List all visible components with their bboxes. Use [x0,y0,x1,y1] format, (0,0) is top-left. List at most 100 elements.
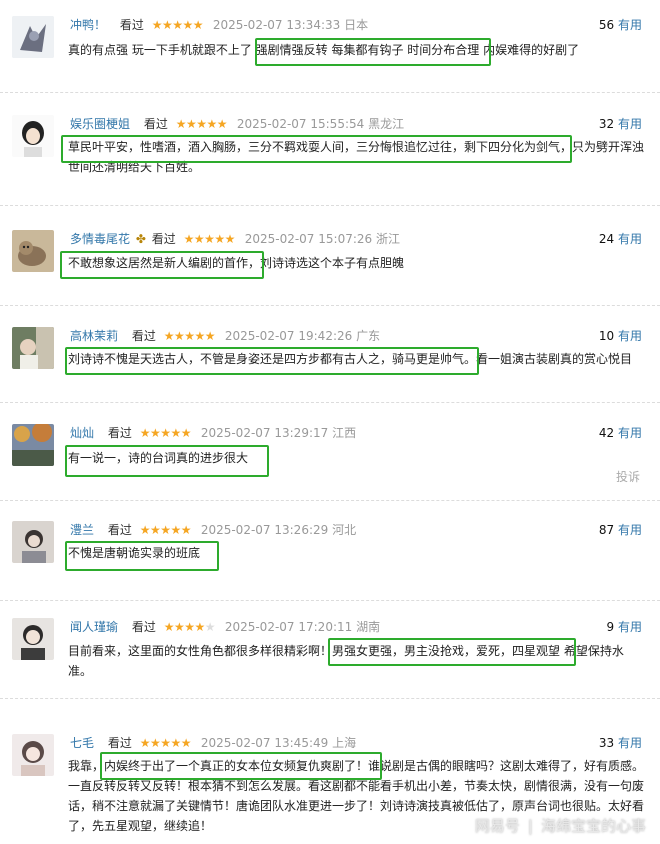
username[interactable]: 闻人瑾瑜 [70,620,118,634]
watched-label: 看过 [131,620,156,634]
watched-label: 看过 [107,523,132,537]
useful-number: 9 [606,620,615,634]
watched-label: 看过 [151,232,176,246]
watermark-author: 海绵宝宝的心事 [540,817,646,835]
useful-count[interactable]: 24 有用 [599,230,642,248]
divider [0,205,660,206]
username[interactable]: 娱乐圈梗姐 [70,117,130,131]
rating-stars-filled: ★★★★ [163,620,206,634]
avatar[interactable] [12,734,54,776]
review-item: 高林茉莉 看过 ★★★★★ 2025-02-07 19:42:26 广东 10 … [0,327,660,387]
useful-count[interactable]: 9 有用 [607,618,642,636]
divider [0,92,660,93]
watched-label: 看过 [143,117,168,131]
watermark-brand: 网易号 [474,817,520,835]
username[interactable]: 澧兰 [70,523,94,537]
useful-label[interactable]: 有用 [618,426,642,440]
review-time: 2025-02-07 13:26:29 河北 [200,523,357,537]
watermark-separator: | [527,817,533,835]
report-link[interactable]: 投诉 [616,468,640,485]
rating-star-empty: ★ [204,620,216,634]
useful-label[interactable]: 有用 [618,736,642,750]
useful-count[interactable]: 87 有用 [599,521,642,539]
review-content: 有一说一，诗的台词真的进步很大 [68,451,249,465]
divider [0,600,660,601]
useful-count[interactable]: 32 有用 [599,115,642,133]
review-content: 草民叶平安，性嗜酒，酒入胸肠，三分不羁戏耍人间，三分悔恨追忆过往，剩下四分化为剑… [68,140,645,174]
useful-number: 33 [598,736,615,750]
username[interactable]: 多情毒尾花 [70,232,130,246]
review-meta: 多情毒尾花 ✤ 看过 ★★★★★ 2025-02-07 15:07:26 浙江 [70,230,400,248]
avatar[interactable] [12,618,54,660]
rating-stars: ★★★★★ [163,620,216,634]
useful-number: 42 [598,426,615,440]
divider [0,305,660,306]
useful-number: 10 [598,329,615,343]
rating-stars: ★★★★★ [139,736,192,750]
review-content: 真的有点强 玩一下手机就跟不上了 强剧情强反转 每集都有钩子 时间分布合理 内娱… [68,43,580,57]
review-meta: 灿灿 看过 ★★★★★ 2025-02-07 13:29:17 江西 [70,424,356,442]
avatar[interactable] [12,327,54,369]
watermark: 网易号 | 海绵宝宝的心事 [475,815,646,836]
avatar[interactable] [12,230,54,272]
review-item: 冲鸭！ 看过 ★★★★★ 2025-02-07 13:34:33 日本 56 有… [0,16,660,76]
divider [0,402,660,403]
watched-label: 看过 [119,18,144,32]
useful-label[interactable]: 有用 [618,232,642,246]
avatar[interactable] [12,115,54,157]
useful-label[interactable]: 有用 [618,523,642,537]
rating-stars: ★★★★★ [163,329,216,343]
rating-stars: ★★★★★ [139,523,192,537]
review-time: 2025-02-07 13:45:49 上海 [200,736,357,750]
avatar[interactable] [12,424,54,466]
review-time: 2025-02-07 19:42:26 广东 [224,329,381,343]
useful-count[interactable]: 10 有用 [599,327,642,345]
username[interactable]: 高林茉莉 [70,329,118,343]
useful-number: 56 [598,18,615,32]
badge-icon: ✤ [135,232,146,246]
useful-label[interactable]: 有用 [618,18,642,32]
watched-label: 看过 [107,426,132,440]
review-item: 灿灿 看过 ★★★★★ 2025-02-07 13:29:17 江西 42 有用… [0,424,660,484]
watched-label: 看过 [131,329,156,343]
review-content: 目前看来，这里面的女性角色都很多样很精彩啊！男强女更强，男主没抢戏，爱死，四星观… [68,644,624,678]
username[interactable]: 七毛 [70,736,94,750]
rating-stars: ★★★★★ [139,426,192,440]
review-content: 刘诗诗不愧是天选古人，不管是身姿还是四方步都有古人之，骑马更是帅气。看一姐演古装… [68,352,633,366]
review-item: 娱乐圈梗姐 看过 ★★★★★ 2025-02-07 15:55:54 黑龙江 3… [0,115,660,185]
review-time: 2025-02-07 13:34:33 日本 [212,18,369,32]
review-meta: 娱乐圈梗姐 看过 ★★★★★ 2025-02-07 15:55:54 黑龙江 [70,115,404,133]
divider [0,500,660,501]
review-time: 2025-02-07 15:07:26 浙江 [244,232,400,246]
review-item: 澧兰 看过 ★★★★★ 2025-02-07 13:26:29 河北 87 有用… [0,521,660,581]
divider [0,698,660,699]
rating-stars: ★★★★★ [175,117,228,131]
useful-number: 87 [598,523,615,537]
review-content: 不敢想象这居然是新人编剧的首作，刘诗诗选这个本子有点胆魄 [68,256,405,270]
rating-stars: ★★★★★ [151,18,204,32]
useful-label[interactable]: 有用 [618,329,642,343]
useful-label[interactable]: 有用 [618,620,642,634]
review-meta: 冲鸭！ 看过 ★★★★★ 2025-02-07 13:34:33 日本 [70,16,368,34]
review-meta: 高林茉莉 看过 ★★★★★ 2025-02-07 19:42:26 广东 [70,327,380,345]
review-meta: 七毛 看过 ★★★★★ 2025-02-07 13:45:49 上海 [70,734,356,752]
useful-number: 32 [598,117,615,131]
useful-label[interactable]: 有用 [618,117,642,131]
username[interactable]: 冲鸭！ [70,18,106,32]
useful-count[interactable]: 56 有用 [599,16,642,34]
review-meta: 闻人瑾瑜 看过 ★★★★★ 2025-02-07 17:20:11 湖南 [70,618,380,636]
username[interactable]: 灿灿 [70,426,94,440]
useful-count[interactable]: 42 有用 [599,424,642,442]
review-meta: 澧兰 看过 ★★★★★ 2025-02-07 13:26:29 河北 [70,521,356,539]
watched-label: 看过 [107,736,132,750]
useful-count[interactable]: 33 有用 [599,734,642,752]
review-time: 2025-02-07 15:55:54 黑龙江 [236,117,405,131]
review-time: 2025-02-07 17:20:11 湖南 [224,620,381,634]
review-item: 闻人瑾瑜 看过 ★★★★★ 2025-02-07 17:20:11 湖南 9 有… [0,618,660,684]
rating-stars: ★★★★★ [183,232,236,246]
review-content: 不愧是唐朝诡实录的班底 [68,546,201,560]
avatar[interactable] [12,521,54,563]
avatar[interactable] [12,16,54,58]
useful-number: 24 [598,232,615,246]
review-item: 多情毒尾花 ✤ 看过 ★★★★★ 2025-02-07 15:07:26 浙江 … [0,230,660,290]
